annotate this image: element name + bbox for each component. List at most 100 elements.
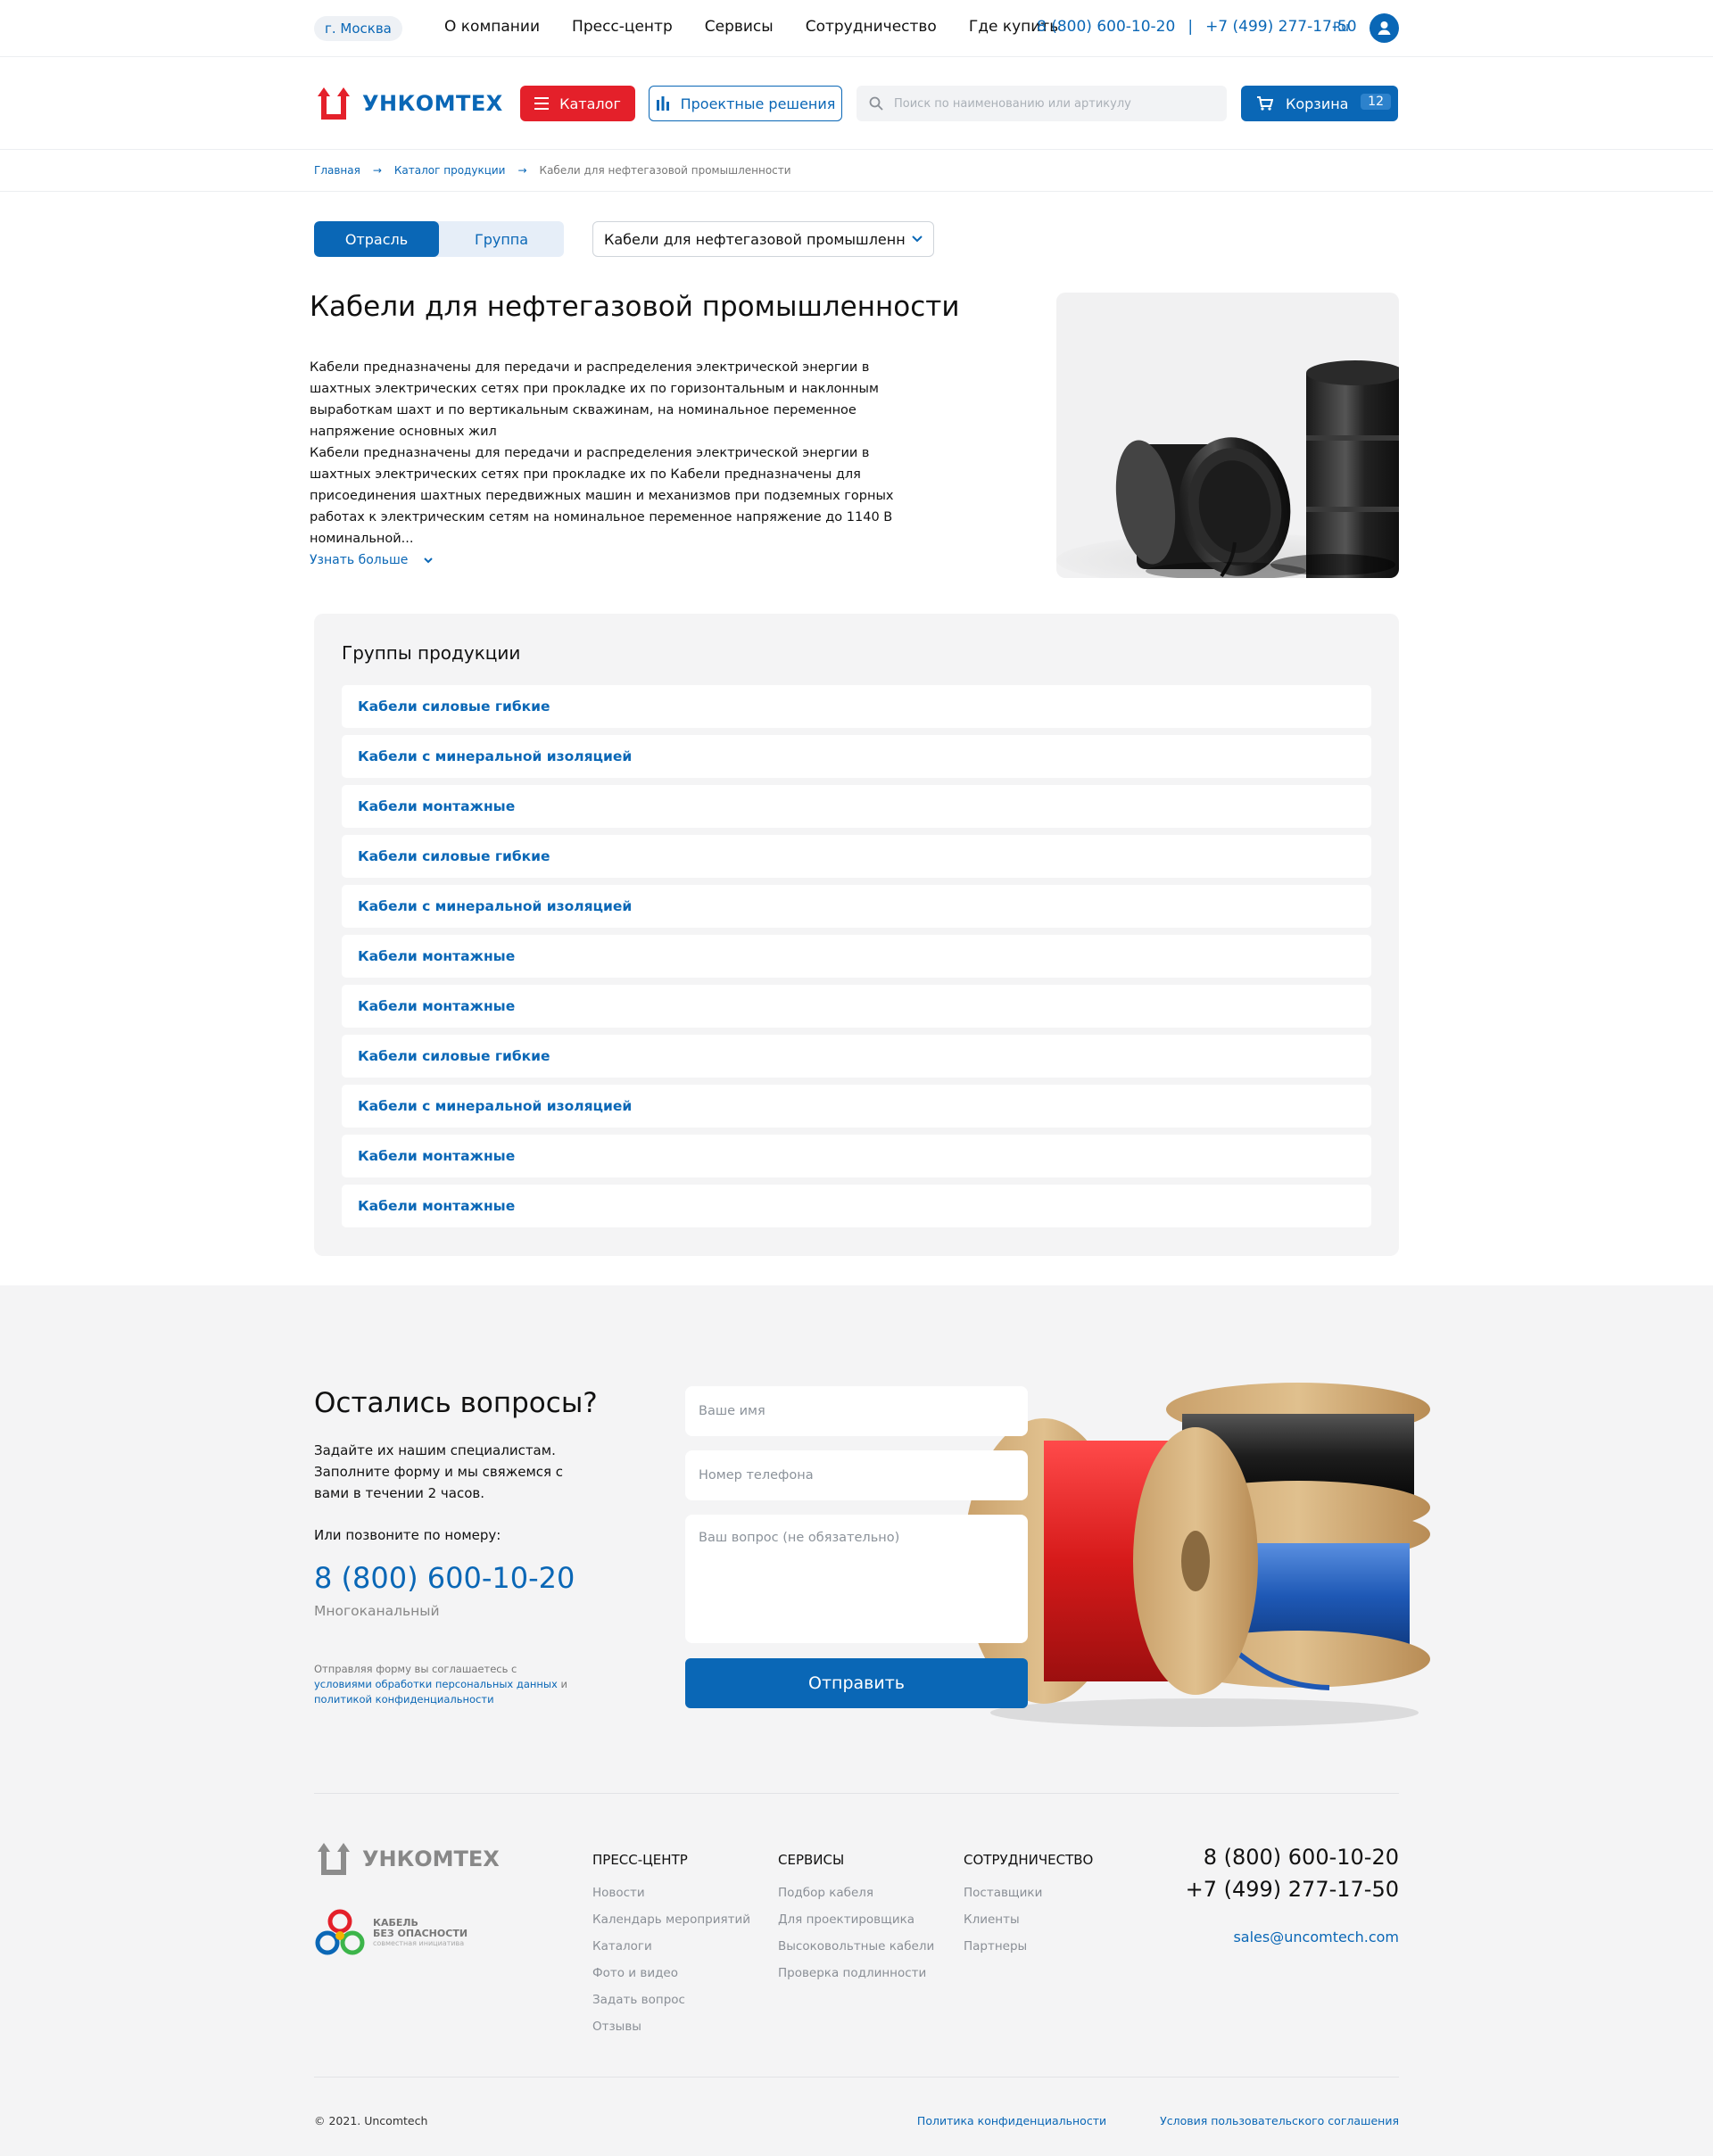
question-field[interactable] bbox=[685, 1515, 1028, 1643]
list-item[interactable]: Кабели монтажные bbox=[342, 935, 1371, 978]
kbo-logo-icon bbox=[315, 1909, 365, 1955]
nav-about[interactable]: О компании bbox=[444, 18, 540, 36]
footer-link[interactable]: Каталоги bbox=[592, 1939, 750, 1954]
logo[interactable]: УНКОМТЕХ bbox=[314, 86, 503, 121]
top-bar: г. Москва О компании Пресс-центр Сервисы… bbox=[0, 0, 1713, 57]
list-item[interactable]: Кабели силовые гибкие bbox=[342, 1035, 1371, 1078]
footer-link[interactable]: Поставщики bbox=[964, 1886, 1093, 1900]
footer-email[interactable]: sales@uncomtech.com bbox=[1233, 1929, 1399, 1945]
footer-link[interactable]: Партнеры bbox=[964, 1939, 1093, 1954]
page-title: Кабели для нефтегазовой промышленности bbox=[310, 291, 960, 323]
list-item[interactable]: Кабели монтажные bbox=[342, 1185, 1371, 1227]
product-groups-panel: Группы продукции Кабели силовые гибкие К… bbox=[314, 614, 1399, 1256]
footer-link[interactable]: Задать вопрос bbox=[592, 1993, 750, 2007]
read-more-link[interactable]: Узнать больше bbox=[310, 553, 434, 567]
list-item[interactable]: Кабели монтажные bbox=[342, 985, 1371, 1028]
list-item[interactable]: Кабели монтажные bbox=[342, 785, 1371, 828]
footer-phone-1[interactable]: 8 (800) 600-10-20 bbox=[1186, 1841, 1399, 1873]
footer-link[interactable]: Новости bbox=[592, 1886, 750, 1900]
city-selector[interactable]: г. Москва bbox=[314, 16, 402, 41]
tab-group[interactable]: Группа bbox=[439, 221, 564, 257]
submit-button[interactable]: Отправить bbox=[685, 1658, 1028, 1708]
footer-link[interactable]: Календарь мероприятий bbox=[592, 1912, 750, 1927]
kbo-title-1: КАБЕЛЬ bbox=[373, 1916, 418, 1929]
catalog-label: Каталог bbox=[559, 95, 621, 112]
search-box bbox=[856, 86, 1227, 121]
arrow-right-icon: → bbox=[517, 164, 527, 177]
terms-link[interactable]: Условия пользовательского соглашения bbox=[1160, 2114, 1399, 2127]
list-item[interactable]: Кабели с минеральной изоляцией bbox=[342, 1085, 1371, 1128]
list-item[interactable]: Кабели монтажные bbox=[342, 1135, 1371, 1177]
footer-link[interactable]: Отзывы bbox=[592, 2020, 750, 2034]
personal-data-link[interactable]: условиями обработки персональных данных bbox=[314, 1678, 558, 1690]
read-more-label: Узнать больше bbox=[310, 553, 409, 567]
privacy-policy-link[interactable]: Политика конфиденциальности bbox=[917, 2114, 1106, 2127]
kbo-text: КАБЕЛЬ БЕЗ ОПАСНОСТИ совместная инициати… bbox=[373, 1916, 468, 1947]
top-nav: О компании Пресс-центр Сервисы Сотруднич… bbox=[444, 18, 1058, 36]
kbo-subtitle: совместная инициатива bbox=[373, 1938, 465, 1947]
phone-toll-free[interactable]: 8 (800) 600-10-20 bbox=[1037, 18, 1175, 36]
nav-press[interactable]: Пресс-центр bbox=[572, 18, 673, 36]
phone-separator: | bbox=[1188, 18, 1194, 36]
footer-link[interactable]: Подбор кабеля bbox=[778, 1886, 934, 1900]
logo-icon bbox=[318, 87, 350, 120]
header-phones: 8 (800) 600-10-20 | +7 (499) 277-17-50 bbox=[1037, 18, 1357, 36]
footer-link[interactable]: Для проектировщика bbox=[778, 1912, 934, 1927]
footer-link[interactable]: Фото и видео bbox=[592, 1966, 750, 1980]
cart-count-badge: 12 bbox=[1361, 94, 1391, 110]
project-solutions-button[interactable]: Проектные решения bbox=[649, 86, 842, 121]
language-switch[interactable]: Ru bbox=[1333, 21, 1349, 35]
tab-industry[interactable]: Отрасль bbox=[314, 221, 439, 257]
kbo-title-2: БЕЗ ОПАСНОСТИ bbox=[373, 1927, 468, 1939]
footer-col-services: Сервисы Подбор кабеля Для проектировщика… bbox=[778, 1852, 934, 1993]
name-field[interactable] bbox=[685, 1386, 1028, 1436]
intro-paragraph-1: Кабели предназначены для передачи и расп… bbox=[310, 360, 879, 439]
footer-link[interactable]: Высоковольтные кабели bbox=[778, 1939, 934, 1954]
footer-link[interactable]: Клиенты bbox=[964, 1912, 1093, 1927]
partner-logo-kbo[interactable]: КАБЕЛЬ БЕЗ ОПАСНОСТИ совместная инициати… bbox=[314, 1907, 468, 1957]
privacy-policy-link[interactable]: политикой конфиденциальности bbox=[314, 1693, 494, 1706]
copyright: © 2021. Uncomtech bbox=[314, 2114, 428, 2127]
contact-title: Остались вопросы? bbox=[314, 1387, 598, 1419]
footer-col-cooperation: Сотрудничество Поставщики Клиенты Партне… bbox=[964, 1852, 1093, 1966]
phone-field[interactable] bbox=[685, 1450, 1028, 1500]
footer-logo-text: УНКОМТЕХ bbox=[362, 1846, 500, 1871]
logo-text: УНКОМТЕХ bbox=[362, 91, 503, 116]
footer-col-title: Сотрудничество bbox=[964, 1852, 1094, 1868]
blueprint-icon bbox=[656, 96, 669, 111]
divider bbox=[314, 2077, 1399, 2078]
footer-logo[interactable]: УНКОМТЕХ bbox=[314, 1841, 500, 1877]
list-item[interactable]: Кабели с минеральной изоляцией bbox=[342, 885, 1371, 928]
catalog-button[interactable]: Каталог bbox=[520, 86, 635, 121]
search-input[interactable] bbox=[894, 96, 1197, 111]
nav-cooperation[interactable]: Сотрудничество bbox=[806, 18, 937, 36]
breadcrumb-catalog[interactable]: Каталог продукции bbox=[394, 164, 506, 177]
user-icon[interactable] bbox=[1370, 13, 1399, 43]
breadcrumb-home[interactable]: Главная bbox=[314, 164, 360, 177]
industry-select-value: Кабели для нефтегазовой промышленност... bbox=[604, 230, 905, 248]
footer-phone-2[interactable]: +7 (499) 277-17-50 bbox=[1186, 1873, 1399, 1905]
view-toggle: Отрасль Группа bbox=[314, 221, 564, 257]
arrow-right-icon: → bbox=[372, 164, 382, 177]
chevron-down-icon bbox=[912, 235, 923, 243]
footer-link[interactable]: Проверка подлинности bbox=[778, 1966, 934, 1980]
footer-phones: 8 (800) 600-10-20 +7 (499) 277-17-50 bbox=[1186, 1841, 1399, 1905]
industry-select[interactable]: Кабели для нефтегазовой промышленност... bbox=[592, 221, 934, 257]
cart-button[interactable]: Корзина 12 bbox=[1241, 86, 1398, 121]
list-item[interactable]: Кабели силовые гибкие bbox=[342, 835, 1371, 878]
consent-text: Отправляя форму вы соглашаетесь с bbox=[314, 1663, 517, 1675]
menu-icon bbox=[534, 97, 550, 110]
breadcrumb-current: Кабели для нефтегазовой промышленности bbox=[539, 164, 791, 177]
footer-col-title: Пресс-центр bbox=[592, 1852, 688, 1868]
main-header: УНКОМТЕХ Каталог Проектные решения Корзи… bbox=[0, 57, 1713, 150]
logo-icon bbox=[318, 1843, 350, 1875]
list-item[interactable]: Кабели с минеральной изоляцией bbox=[342, 735, 1371, 778]
contact-text: Задайте их нашим специалистам. Заполните… bbox=[314, 1442, 564, 1501]
intro-paragraph-2: Кабели предназначены для передачи и расп… bbox=[310, 446, 894, 546]
nav-services[interactable]: Сервисы bbox=[705, 18, 774, 36]
contact-phone[interactable]: 8 (800) 600-10-20 bbox=[314, 1561, 575, 1595]
footer-legal-links: Политика конфиденциальности Условия поль… bbox=[917, 2114, 1399, 2127]
divider bbox=[0, 191, 1713, 192]
contact-call-label: Или позвоните по номеру: bbox=[314, 1527, 501, 1543]
list-item[interactable]: Кабели силовые гибкие bbox=[342, 685, 1371, 728]
